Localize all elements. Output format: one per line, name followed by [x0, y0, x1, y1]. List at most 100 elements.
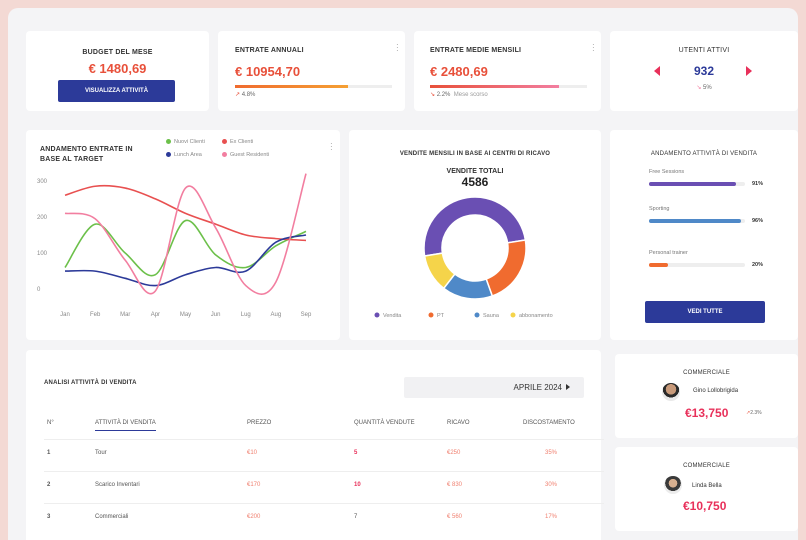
activity-bar-track: [649, 182, 745, 186]
col-header-activity[interactable]: ATTIVITÀ DI VENDITA: [95, 420, 156, 431]
table-cell: 7: [354, 514, 358, 520]
annual-income-title: ENTRATE ANNUALI: [235, 47, 304, 54]
x-tick-label: Mar: [120, 312, 130, 318]
activity-bar-fill: [649, 219, 742, 223]
table-cell: Scarico Inventari: [95, 482, 140, 488]
table-cell: €10: [247, 450, 258, 456]
series-line: [64, 184, 307, 242]
activity-percent: 91%: [752, 181, 764, 187]
annual-income-progress: [235, 85, 392, 88]
activity-label: Sporting: [649, 206, 670, 212]
activity-label: Free Sessions: [649, 169, 685, 175]
table-title: ANALISI ATTIVITÀ DI VENDITA: [44, 380, 137, 386]
activity-label: Personal trainer: [649, 250, 688, 256]
monthly-income-progress-fill: [430, 85, 559, 88]
activity-percent: 96%: [752, 218, 764, 224]
avatar: [662, 383, 680, 401]
legend-dot: [474, 312, 480, 318]
budget-value: € 1480,69: [88, 61, 147, 76]
x-tick-label: Apr: [151, 312, 160, 318]
salesperson-revenue: €10,750: [683, 499, 727, 513]
table-cell: € 830: [447, 482, 463, 488]
activity-bar-track: [649, 263, 745, 267]
chevron-right-icon: [566, 384, 570, 390]
table-cell: 5: [354, 450, 358, 456]
col-header-revenue: RICAVO: [447, 420, 470, 426]
col-header-deviation: DISCOSTAMENTO: [523, 420, 575, 426]
x-tick-label: Sep: [301, 312, 312, 318]
more-icon[interactable]: · · ·: [396, 41, 399, 55]
annual-income-card: ENTRATE ANNUALI · · · € 10954,70 ↗ 4.8%: [218, 31, 405, 111]
salesperson-role: COMMERCIALE: [683, 370, 730, 376]
activity-card: ANDAMENTO ATTIVITÀ DI VENDITA Free Sessi…: [610, 130, 798, 340]
legend-dot: [374, 312, 380, 318]
budget-card: BUDGET DEL MESE € 1480,69 VISUALIZZA ATT…: [26, 31, 209, 111]
legend-label: Vendita: [383, 313, 402, 319]
x-tick-label: Lug: [241, 312, 251, 318]
donut-chart-card: VENDITE MENSILI IN BASE AI CENTRI DI RIC…: [349, 130, 601, 340]
y-tick-label: 200: [37, 215, 48, 221]
month-selector[interactable]: APRILE 2024: [404, 377, 584, 398]
table-cell: € 560: [447, 514, 463, 520]
donut-chart: Vendita PT Sauna abbonamento: [374, 196, 553, 319]
sales-table-card: ANALISI ATTIVITÀ DI VENDITA APRILE 2024 …: [26, 350, 604, 540]
col-header-quantity: QUANTITÀ VENDUTE: [354, 420, 415, 426]
salesperson-card: COMMERCIALE Linda Bella €10,750: [615, 447, 798, 531]
budget-title: BUDGET DEL MESE: [82, 49, 153, 56]
salesperson-delta: ↗2.3%: [746, 410, 762, 416]
x-tick-label: May: [180, 312, 191, 318]
table-cell: 35%: [545, 450, 558, 456]
active-users-delta: ↘ 5%: [696, 85, 712, 91]
table-cell: €200: [247, 514, 261, 520]
legend-label: abbonamento: [519, 313, 553, 319]
activity-percent: 20%: [752, 262, 764, 268]
view-activities-button[interactable]: VISUALIZZA ATTIVITÀ: [58, 80, 175, 102]
activity-bar-track: [649, 219, 745, 223]
table-cell: 10: [354, 482, 361, 488]
col-header-number: N°: [47, 420, 54, 426]
legend-dot: [510, 312, 516, 318]
next-arrow-icon[interactable]: [746, 66, 752, 76]
activity-bar-fill: [649, 182, 737, 186]
x-tick-label: Jan: [60, 312, 70, 318]
monthly-income-progress: [430, 85, 587, 88]
y-tick-label: 300: [37, 179, 48, 185]
more-icon[interactable]: · · ·: [592, 41, 595, 55]
x-tick-label: Jun: [211, 312, 221, 318]
y-tick-label: 0: [37, 287, 41, 293]
line-chart-card: ANDAMENTO ENTRATE IN BASE AL TARGET · · · …: [26, 130, 340, 340]
salesperson-name: Linda Bella: [692, 483, 722, 489]
table-cell: 3: [47, 514, 51, 520]
row-divider: [44, 471, 604, 472]
month-selector-label: APRILE 2024: [513, 383, 562, 392]
active-users-value: 932: [693, 64, 715, 78]
see-all-button[interactable]: VEDI TUTTE: [645, 301, 765, 323]
salesperson-name: Gino Lollobrigida: [693, 388, 739, 394]
table-cell: Commerciali: [95, 514, 129, 520]
table-cell: 30%: [545, 482, 558, 488]
annual-income-value: € 10954,70: [235, 64, 301, 79]
annual-income-progress-fill: [235, 85, 349, 88]
salesperson-card: COMMERCIALE Gino Lollobrigida €13,750 ↗2…: [615, 354, 798, 438]
table-cell: €250: [447, 450, 461, 456]
row-divider: [44, 503, 604, 504]
legend-label: PT: [437, 313, 445, 319]
avatar: [664, 476, 682, 494]
x-tick-label: Aug: [271, 312, 282, 318]
activity-bar-fill: [649, 263, 669, 267]
table-cell: 17%: [545, 514, 558, 520]
table-cell: 2: [47, 482, 51, 488]
table-cell: €170: [247, 482, 261, 488]
monthly-income-card: ENTRATE MEDIE MENSILI · · · € 2480,69 ↘ 2.…: [414, 31, 601, 111]
active-users-title: UTENTI ATTIVI: [678, 47, 730, 54]
table-cell: Tour: [95, 450, 107, 456]
salesperson-role: COMMERCIALE: [683, 463, 730, 469]
y-tick-label: 100: [37, 251, 48, 257]
active-users-card: UTENTI ATTIVI 932 ↘ 5%: [610, 31, 798, 111]
table-cell: 1: [47, 450, 51, 456]
monthly-income-delta: ↘ 2.2% Mese scorso: [430, 92, 488, 98]
col-header-price: PREZZO: [247, 420, 272, 426]
annual-income-delta: ↗ 4.8%: [235, 92, 256, 98]
pie-slice: [485, 239, 527, 297]
legend-label: Sauna: [483, 313, 500, 319]
